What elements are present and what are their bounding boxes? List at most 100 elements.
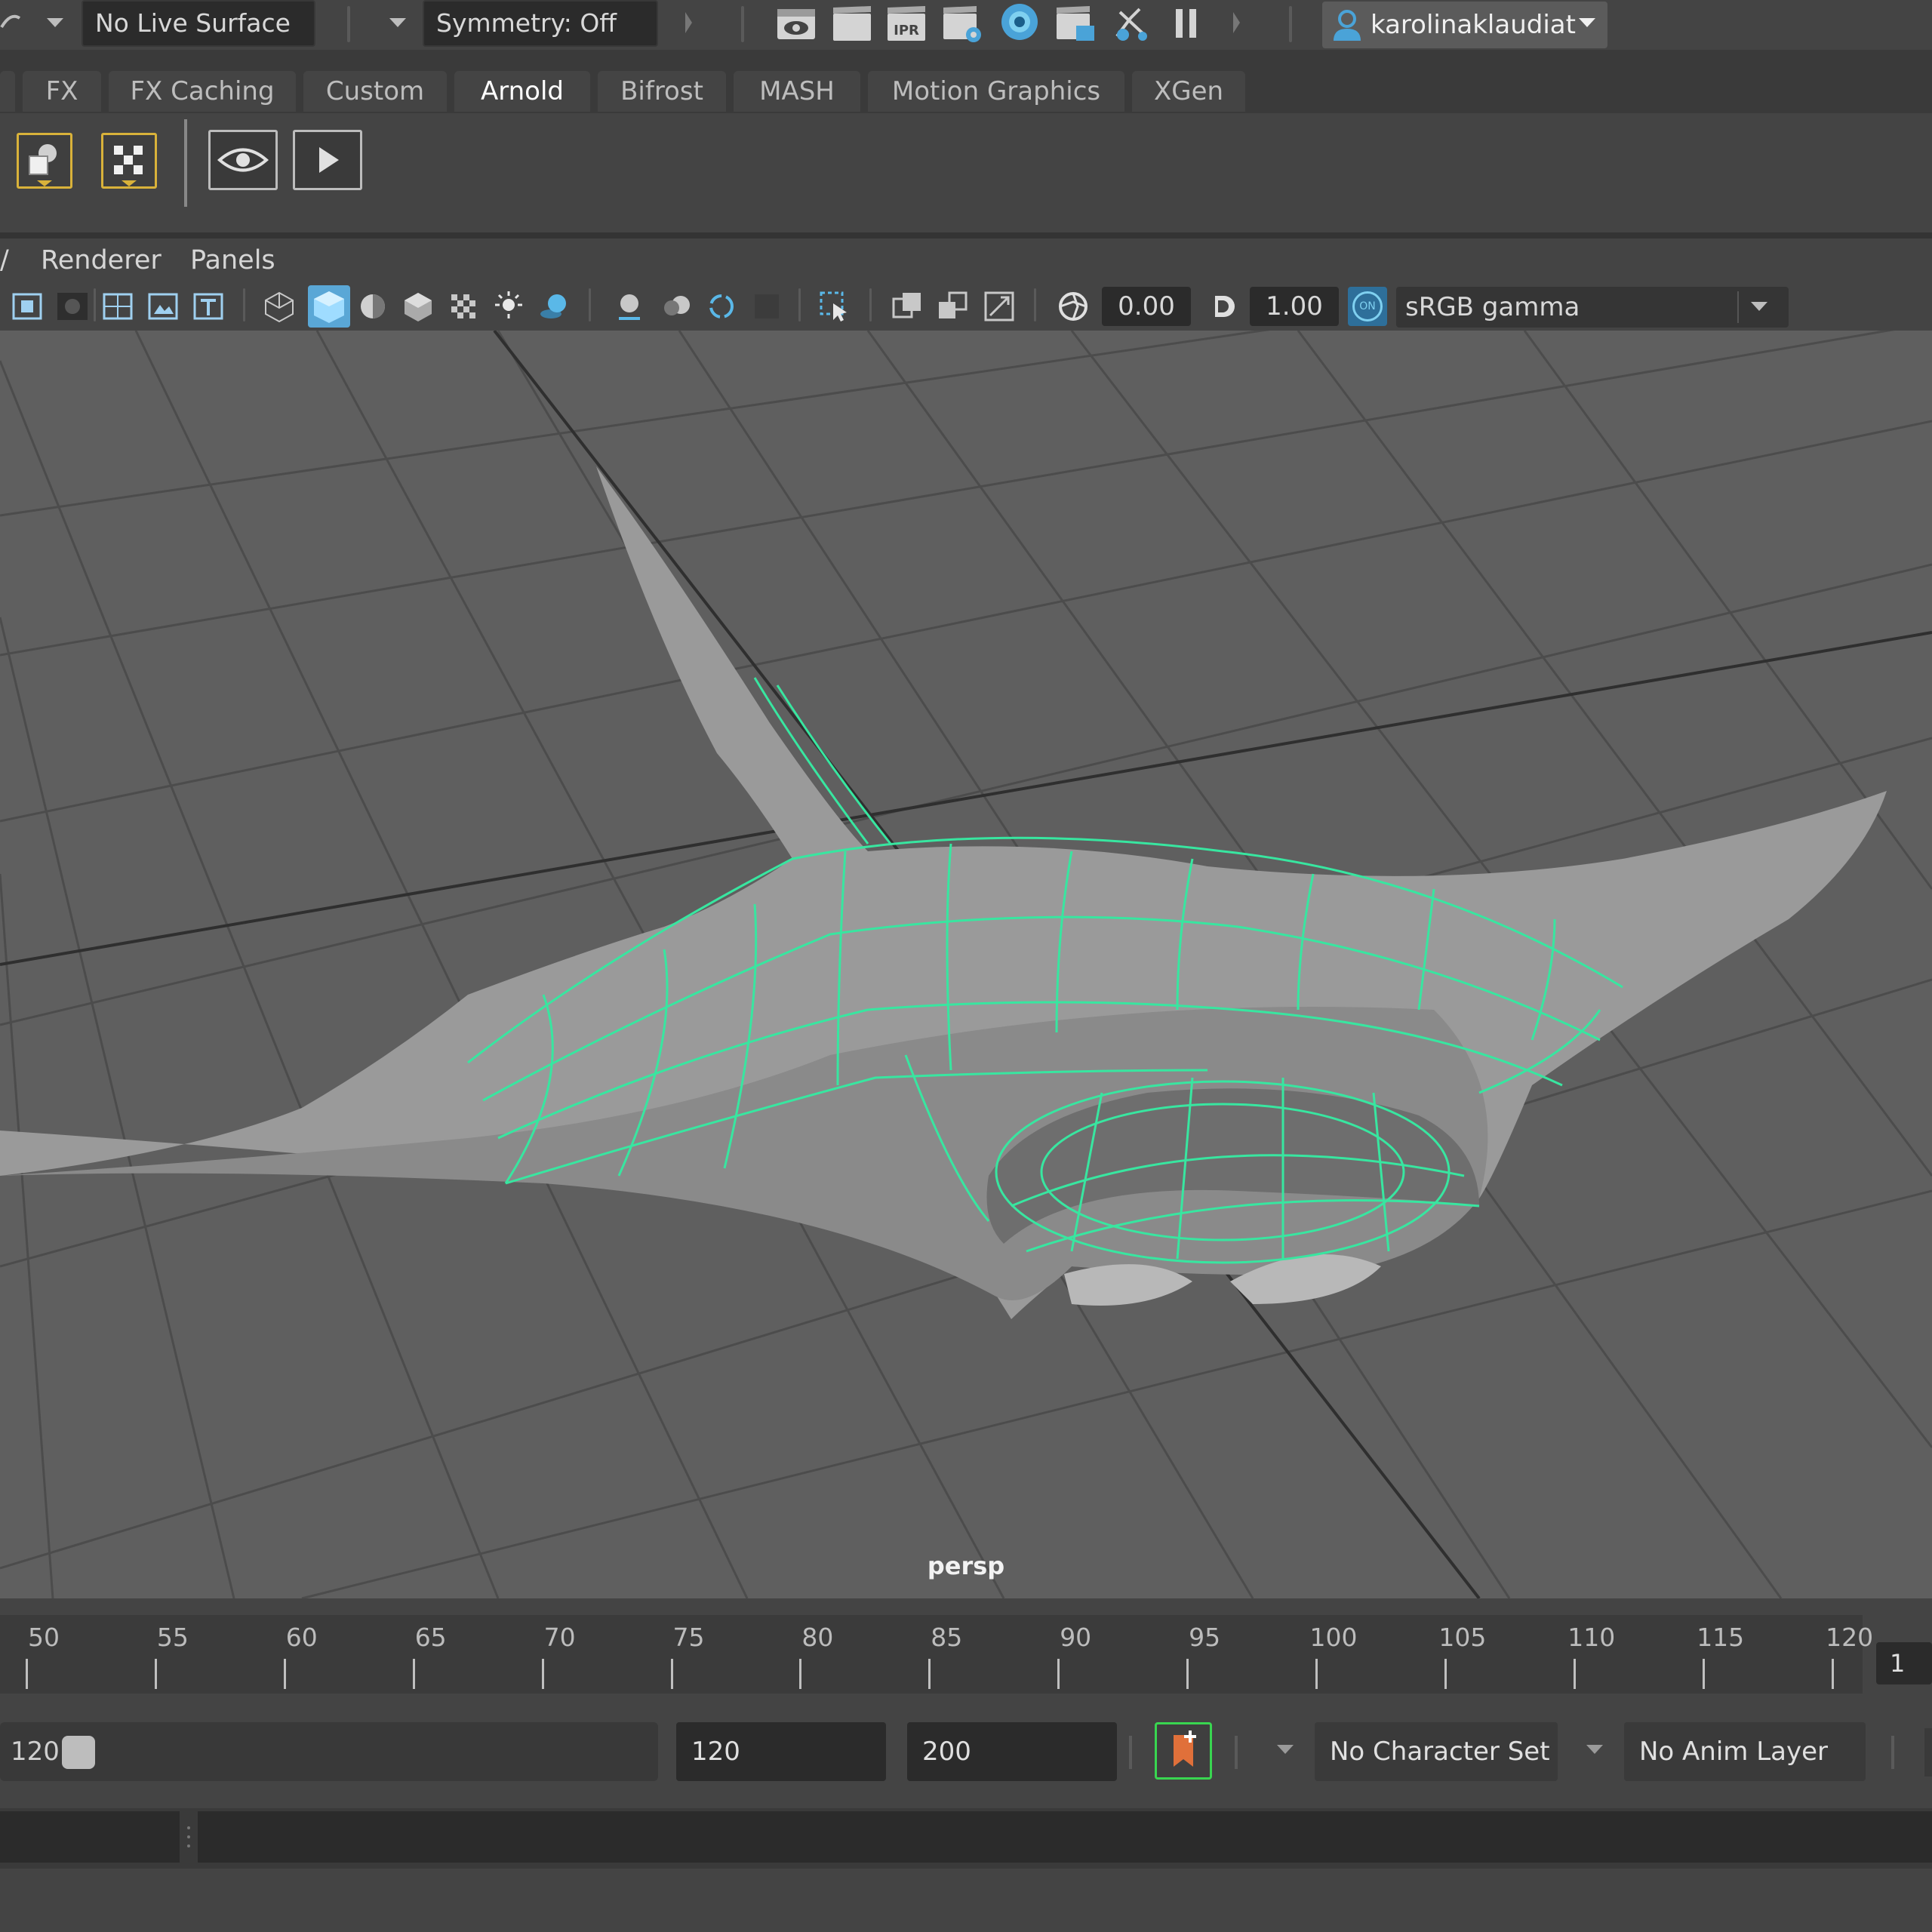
collapse-arrow-icon[interactable] [685,12,692,33]
separator [184,119,187,207]
light-editor-icon[interactable] [1109,3,1153,44]
auto-key-button[interactable] [1155,1722,1212,1780]
character-set-dropdown[interactable]: No Character Set [1315,1722,1558,1781]
tab-xgen[interactable]: XGen [1132,71,1245,112]
camera-attributes-icon[interactable] [56,290,89,323]
frame-tick-label: 80 [801,1623,834,1652]
pause-icon[interactable] [1165,3,1209,44]
separator [798,288,801,321]
exposure-field[interactable]: 0.00 [1102,287,1191,326]
help-line [0,1869,1932,1932]
gamma-field[interactable]: 1.00 [1250,287,1339,326]
checker-icon[interactable] [447,290,480,323]
arnold-light-button[interactable] [17,133,72,189]
frame-tick-label: 75 [672,1623,705,1652]
exposure-icon[interactable] [1057,290,1090,323]
menu-panels[interactable]: Panels [190,238,275,282]
perspective-viewport[interactable]: persp [0,331,1932,1598]
text-safe-icon[interactable] [192,290,225,323]
separator [243,288,245,321]
scene-canvas [0,331,1932,1598]
render-view-button[interactable] [208,130,278,190]
tab-motion-graphics[interactable]: Motion Graphics [868,71,1124,112]
render-sequence-icon[interactable] [1054,3,1097,44]
eye-icon [217,148,269,172]
command-input[interactable] [198,1811,1932,1863]
gamma-icon[interactable] [1204,290,1238,323]
tab-fx-caching[interactable]: FX Caching [109,71,296,112]
default-material-icon[interactable] [356,290,389,323]
range-slider-handle[interactable] [62,1736,95,1769]
frame-tick-label: 65 [414,1623,447,1652]
backface-icon[interactable] [983,290,1016,323]
separator [347,6,350,42]
color-space-dropdown[interactable]: sRGB gamma [1396,287,1789,328]
shadows-icon[interactable] [537,290,571,323]
tab-arnold[interactable]: Arnold [454,71,590,112]
xray-icon[interactable] [891,290,924,323]
render-button[interactable] [293,130,362,190]
shelf-tab-bar: FX FX Caching Custom Arnold Bifrost MASH… [0,69,1932,113]
chevron-down-icon[interactable] [1579,18,1595,27]
spacer [0,50,1932,69]
status-line: No Live Surface Symmetry: Off IPR karoli… [0,0,1932,50]
prefs-button-edge[interactable] [1924,1728,1932,1777]
animation-end-field[interactable]: 120 [676,1722,886,1781]
anim-layer-dropdown[interactable]: No Anim Layer [1624,1722,1866,1781]
live-surface-field[interactable]: No Live Surface [82,0,315,47]
panel-menu-bar: / Renderer Panels [0,238,1932,282]
hypershade-icon[interactable] [998,2,1041,42]
frame-tick [1315,1659,1318,1689]
image-plane-icon[interactable] [101,290,134,323]
time-slider[interactable]: 50 55 60 65 70 75 80 85 90 95 100 105 110 115 120 [0,1615,1873,1694]
textured-icon[interactable] [401,290,435,323]
tab-fx[interactable]: FX [23,71,101,112]
divider [0,1598,1932,1615]
ipr-render-icon[interactable]: IPR [884,3,928,44]
user-icon [1334,10,1361,41]
divider [0,232,1932,238]
render-frame-icon[interactable] [830,3,874,44]
render-view-icon[interactable] [774,3,818,44]
isolate-select-icon[interactable] [818,290,851,323]
playback-end-field[interactable]: 200 [907,1722,1117,1781]
command-language-field[interactable] [0,1811,180,1863]
screen-space-ao-icon[interactable] [613,290,646,323]
anti-alias-icon[interactable] [705,290,738,323]
color-management-toggle[interactable]: ON [1348,287,1387,326]
user-account-button[interactable]: karolinaklaudiat [1322,2,1607,48]
current-frame-field[interactable]: 1 [1876,1642,1932,1684]
tab-bifrost[interactable]: Bifrost [598,71,726,112]
range-slider[interactable] [0,1722,658,1781]
chevron-down-icon [1751,302,1767,311]
tab-edge [0,71,15,112]
splitter-grip-icon[interactable] [187,1820,190,1854]
frame-tick [154,1659,157,1689]
chevron-down-icon[interactable] [1586,1745,1603,1754]
film-gate-icon[interactable] [146,290,180,323]
select-camera-icon[interactable] [11,290,44,323]
symmetry-field[interactable]: Symmetry: Off [423,0,658,47]
smooth-shade-button[interactable] [308,285,350,328]
chevron-down-icon[interactable] [389,18,406,27]
lights-icon[interactable] [492,290,525,323]
xray-joints-icon[interactable] [936,290,969,323]
chevron-down-icon[interactable] [1277,1745,1294,1754]
motion-blur-icon[interactable] [660,290,693,323]
menu-edge: / [0,245,9,275]
depth-of-field-icon[interactable] [750,290,783,323]
frame-tick [1057,1659,1060,1689]
tab-custom[interactable]: Custom [303,71,447,112]
frame-tick-label: 60 [285,1623,318,1652]
camera-name-label: persp [927,1552,1005,1580]
lasso-icon[interactable] [0,8,23,38]
svg-text:IPR: IPR [894,23,919,38]
tab-mash[interactable]: MASH [734,71,860,112]
menu-renderer[interactable]: Renderer [41,238,162,282]
wireframe-icon[interactable] [263,290,296,323]
chevron-down-icon[interactable] [47,18,63,27]
collapse-arrow-icon[interactable] [1233,12,1240,33]
render-settings-icon[interactable] [940,3,984,44]
arnold-texture-button[interactable] [101,133,157,189]
frame-tick-label: 90 [1060,1623,1092,1652]
